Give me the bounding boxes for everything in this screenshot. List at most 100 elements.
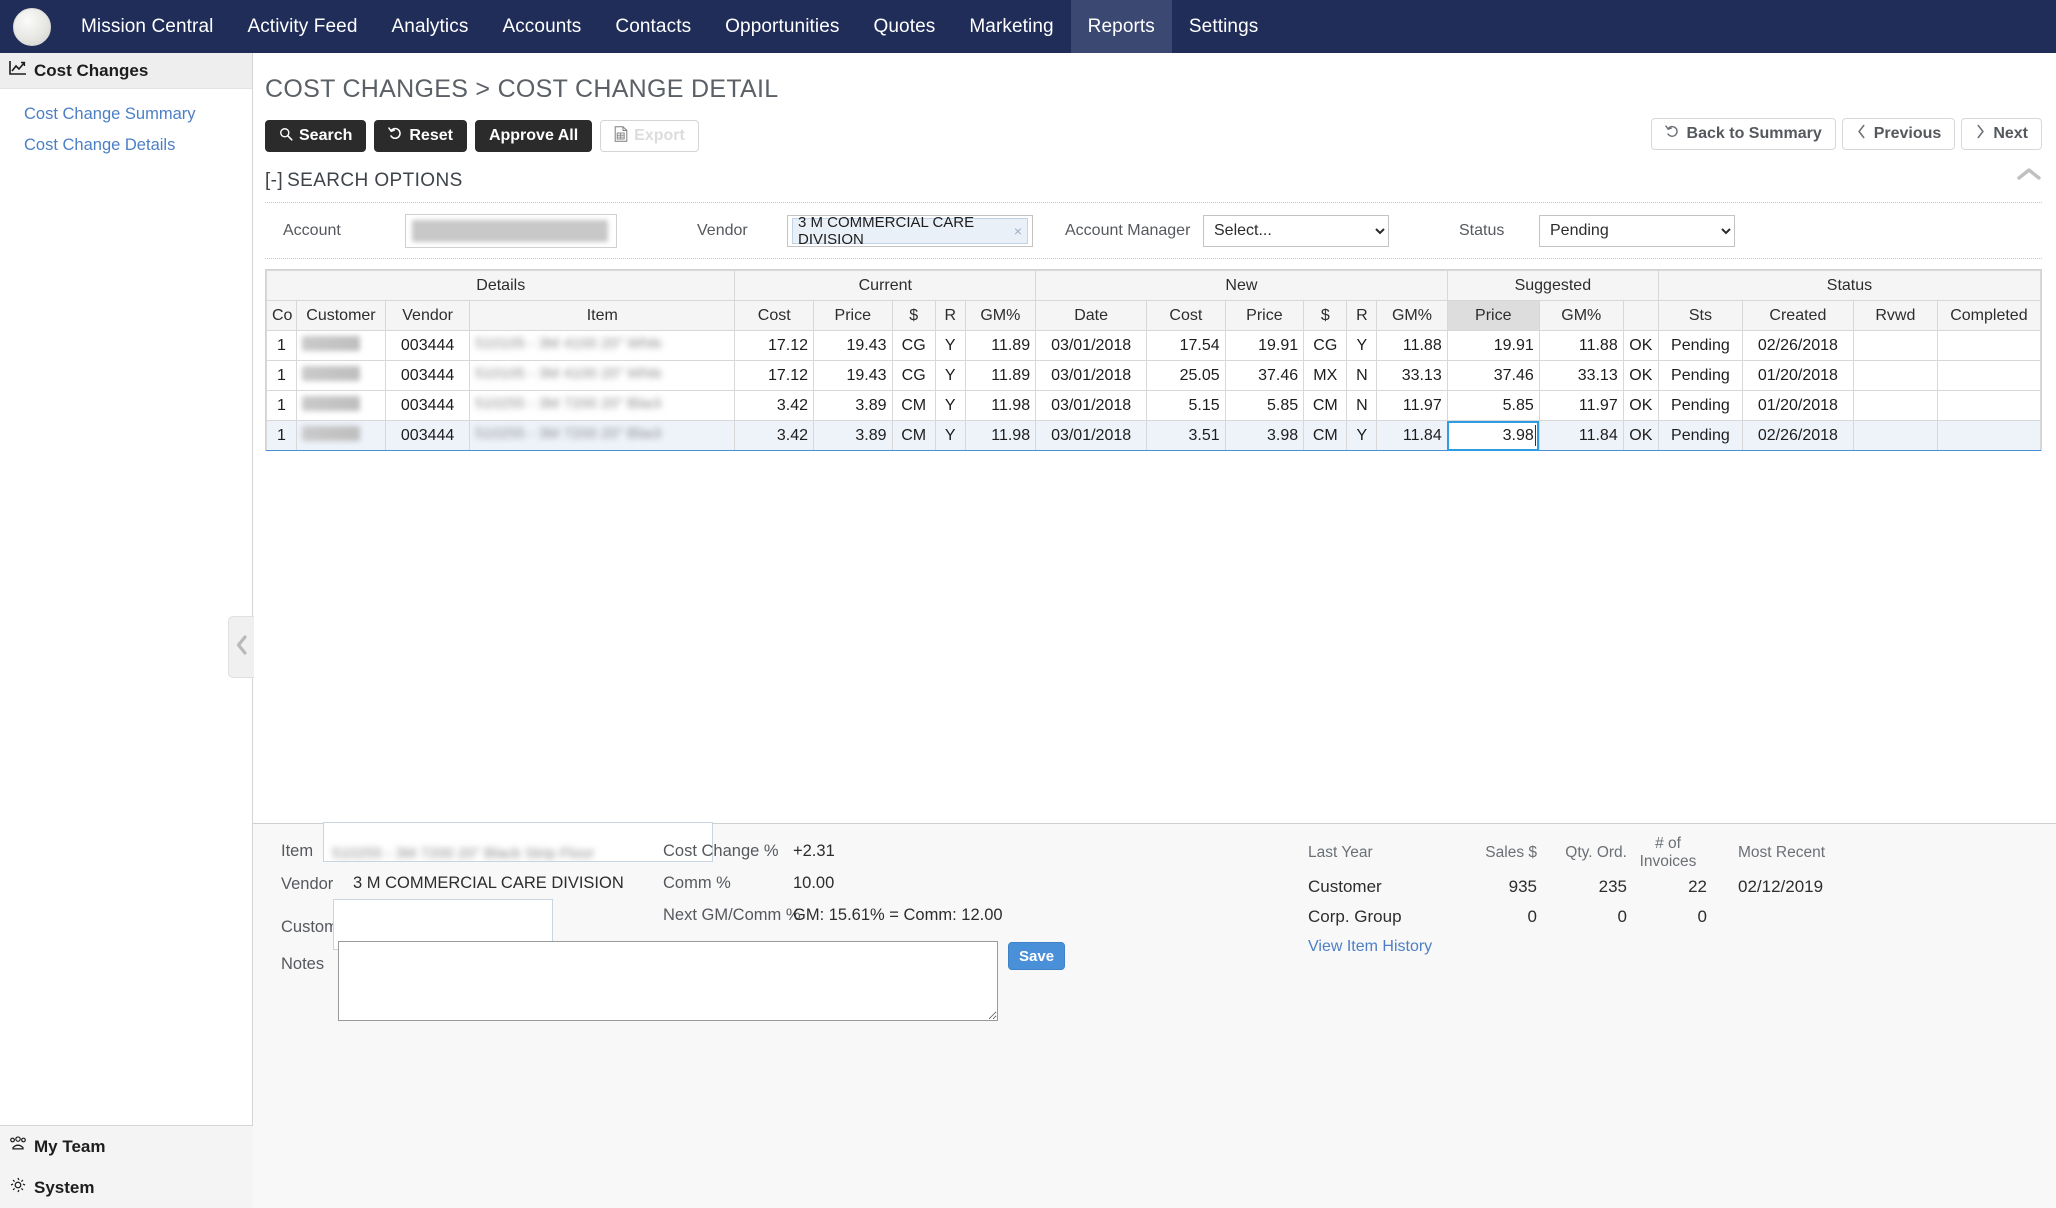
- nav-item-mission-central[interactable]: Mission Central: [64, 0, 230, 53]
- stats-header-invoices: # of Invoices: [1639, 835, 1697, 870]
- cell-customer: [295, 390, 387, 421]
- account-value-redacted: [412, 219, 608, 242]
- customer-value-redacted: [301, 425, 360, 441]
- cell-suggested-price[interactable]: 19.91: [1446, 330, 1540, 361]
- col-header-new-dollar[interactable]: $: [1303, 300, 1348, 331]
- item-value-redacted: 510255 - 3M 7200 20" Black Strip Floor .…: [475, 424, 662, 442]
- stats-most-recent: [1708, 902, 1848, 932]
- col-header-new-r[interactable]: R: [1346, 300, 1378, 331]
- col-header-current-gm[interactable]: GM%: [964, 300, 1037, 331]
- next-gm-comm-label: Next GM/Comm %: [663, 906, 801, 924]
- logo-circle-icon: [13, 7, 51, 46]
- account-manager-select[interactable]: Select...: [1203, 214, 1389, 247]
- col-header-completed[interactable]: Completed: [1936, 300, 2042, 331]
- col-header-new-date[interactable]: Date: [1035, 300, 1148, 331]
- col-header-sts[interactable]: Sts: [1657, 300, 1743, 331]
- cell-new-date: 03/01/2018: [1035, 360, 1148, 391]
- cell-ok-link[interactable]: OK: [1622, 420, 1659, 451]
- col-header-item[interactable]: Item: [469, 300, 736, 331]
- table-row[interactable]: 1 003444510105 - 3M 4100 20" White Polish…: [266, 360, 2042, 391]
- table-row[interactable]: 1 003444510105 - 3M 4100 20" White Polish…: [266, 330, 2042, 361]
- cell-new-gm: 11.97: [1376, 390, 1448, 421]
- cell-status: Pending: [1657, 360, 1743, 391]
- sidebar-item-system[interactable]: System: [0, 1167, 253, 1208]
- cell-ok-link[interactable]: OK: [1622, 390, 1659, 421]
- sidebar-collapse-handle[interactable]: [228, 616, 254, 678]
- cell-ok-link[interactable]: OK: [1622, 360, 1659, 391]
- nav-item-analytics[interactable]: Analytics: [375, 0, 486, 53]
- search-button[interactable]: Search: [265, 120, 367, 152]
- back-to-summary-button[interactable]: Back to Summary: [1650, 118, 1836, 150]
- nav-item-marketing[interactable]: Marketing: [952, 0, 1070, 53]
- save-button[interactable]: Save: [1008, 942, 1066, 970]
- nav-label: Settings: [1188, 15, 1259, 37]
- panel-collapse-button[interactable]: [2016, 166, 2042, 187]
- export-button[interactable]: Export: [600, 120, 699, 152]
- cell-status: Pending: [1657, 390, 1743, 421]
- search-options-toggle[interactable]: [-]: [265, 170, 283, 191]
- reset-button-label: Reset: [409, 127, 453, 144]
- col-header-current-r[interactable]: R: [934, 300, 966, 331]
- detail-item-input[interactable]: 510255 - 3M 7200 20" Black Strip Floor: [323, 822, 713, 862]
- cell-item: 510105 - 3M 4100 20" White Polish Floor …: [469, 330, 736, 361]
- sidebar-item-my-team[interactable]: My Team: [0, 1126, 253, 1167]
- col-header-suggested-gm[interactable]: GM%: [1538, 300, 1624, 331]
- cell-rvwd: [1852, 330, 1938, 361]
- stats-label: Corp. Group: [1308, 906, 1402, 926]
- next-button[interactable]: Next: [1961, 118, 2042, 150]
- stats-label: Customer: [1308, 876, 1382, 896]
- status-label: Status: [1459, 221, 1505, 239]
- status-select[interactable]: Pending: [1539, 214, 1735, 247]
- nav-item-settings[interactable]: Settings: [1172, 0, 1275, 53]
- top-navigation-bar: Mission Central Activity Feed Analytics …: [0, 0, 2056, 53]
- col-header-vendor[interactable]: Vendor: [385, 300, 471, 331]
- navigation-toolbar: Back to Summary Previous Next: [1645, 118, 2042, 150]
- view-item-history-link[interactable]: View Item History: [1308, 938, 1432, 956]
- table-row[interactable]: 1 003444510255 - 3M 7200 20" Black Strip …: [266, 420, 2042, 451]
- cell-status: Pending: [1657, 330, 1743, 361]
- cell-new-date: 03/01/2018: [1035, 390, 1148, 421]
- cell-current-dollar: CM: [891, 420, 936, 451]
- chevron-left-icon: [234, 634, 250, 661]
- sidebar-item-cost-change-summary[interactable]: Cost Change Summary: [0, 99, 252, 130]
- vendor-tag-input[interactable]: 3 M COMMERCIAL CARE DIVISION ×: [787, 214, 1033, 248]
- col-header-new-price[interactable]: Price: [1224, 300, 1305, 331]
- sidebar-item-cost-change-details[interactable]: Cost Change Details: [0, 130, 252, 161]
- previous-button[interactable]: Previous: [1841, 118, 1956, 150]
- cell-co: 1: [266, 390, 297, 421]
- notes-textarea[interactable]: [338, 941, 998, 1021]
- cell-new-date: 03/01/2018: [1035, 420, 1148, 451]
- col-header-new-cost[interactable]: Cost: [1146, 300, 1226, 331]
- col-header-co[interactable]: Co: [266, 300, 297, 331]
- app-logo[interactable]: [0, 0, 64, 53]
- nav-item-activity-feed[interactable]: Activity Feed: [230, 0, 374, 53]
- table-row[interactable]: 1 003444510255 - 3M 7200 20" Black Strip …: [266, 390, 2042, 421]
- cell-ok-link[interactable]: OK: [1622, 330, 1659, 361]
- col-header-current-price[interactable]: Price: [813, 300, 893, 331]
- cell-suggested-price[interactable]: 37.46: [1446, 360, 1540, 391]
- reset-button[interactable]: Reset: [374, 120, 467, 152]
- account-input[interactable]: [405, 213, 617, 248]
- col-header-customer[interactable]: Customer: [295, 300, 387, 331]
- col-header-suggested-price[interactable]: Price: [1446, 300, 1540, 331]
- cell-suggested-price[interactable]: 5.85: [1446, 390, 1540, 421]
- approve-all-button[interactable]: Approve All: [474, 120, 593, 152]
- col-header-new-gm[interactable]: GM%: [1376, 300, 1448, 331]
- group-header-details: Details: [265, 270, 736, 301]
- cell-suggested-price[interactable]: 3.98: [1446, 420, 1540, 451]
- col-header-rvwd[interactable]: Rvwd: [1852, 300, 1938, 331]
- nav-item-contacts[interactable]: Contacts: [598, 0, 708, 53]
- nav-item-reports[interactable]: Reports: [1070, 0, 1172, 53]
- remove-tag-icon[interactable]: ×: [1014, 223, 1022, 239]
- col-header-created[interactable]: Created: [1741, 300, 1854, 331]
- nav-item-opportunities[interactable]: Opportunities: [708, 0, 856, 53]
- search-options-title[interactable]: [-] SEARCH OPTIONS: [265, 170, 2042, 202]
- col-header-current-dollar[interactable]: $: [891, 300, 936, 331]
- detail-notes-label: Notes: [281, 955, 325, 973]
- search-icon: [279, 127, 293, 146]
- vendor-tag[interactable]: 3 M COMMERCIAL CARE DIVISION ×: [792, 214, 1028, 248]
- col-header-current-cost[interactable]: Cost: [734, 300, 814, 331]
- nav-item-accounts[interactable]: Accounts: [485, 0, 598, 53]
- nav-item-quotes[interactable]: Quotes: [856, 0, 952, 53]
- stats-qty: 235: [1598, 876, 1627, 896]
